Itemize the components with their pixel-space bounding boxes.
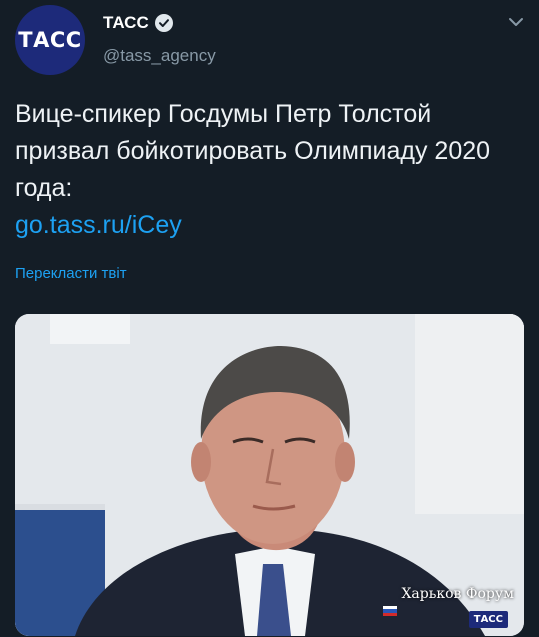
media-agency-logo: ТАСС (468, 611, 508, 628)
translate-tweet-link[interactable]: Перекласти твіт (15, 265, 127, 282)
tweet-body: Вице-спикер Госдумы Петр Толстой призвал… (15, 96, 525, 244)
tweet-text: Вице-спикер Госдумы Петр Толстой призвал… (15, 100, 491, 202)
verified-badge-icon (154, 14, 173, 32)
author-avatar[interactable]: ТАСС (15, 5, 85, 75)
tweet-media-photo[interactable]: Харьков Форум ТАСС (15, 314, 524, 636)
author-name[interactable]: ТАСС (103, 13, 149, 33)
avatar-logo-text: ТАСС (18, 28, 82, 52)
author-name-row[interactable]: ТАСС (103, 13, 173, 33)
tweet-link[interactable]: go.tass.ru/iCey (15, 207, 525, 244)
chevron-down-icon[interactable] (508, 16, 524, 28)
author-handle[interactable]: @tass_agency (103, 46, 216, 66)
media-watermark: Харьков Форум (401, 586, 514, 602)
tweet-header: ТАСС ТАСС @tass_agency (0, 0, 539, 90)
